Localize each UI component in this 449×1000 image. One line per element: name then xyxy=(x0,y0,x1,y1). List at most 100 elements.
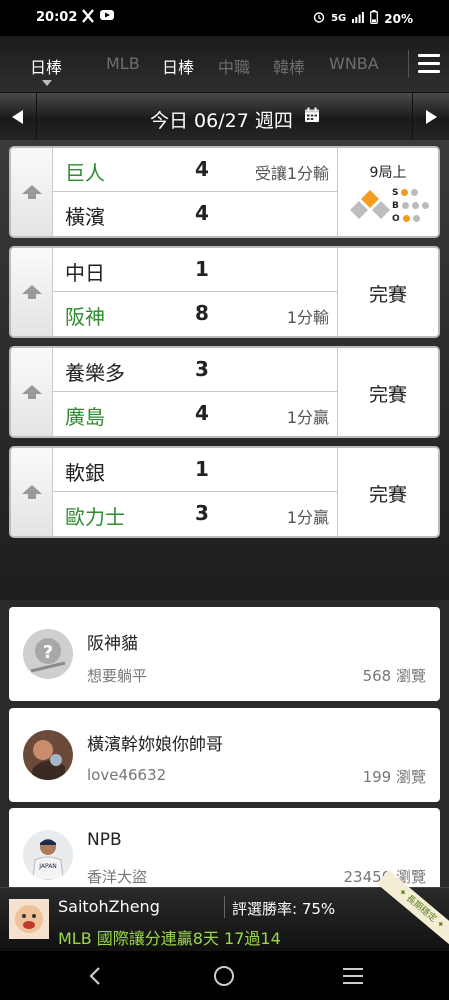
league-tabs: 日棒 MLB 日棒 中職 韓棒 WNBA xyxy=(0,36,449,92)
bet-result: 1分贏 xyxy=(286,408,329,427)
x-app-icon xyxy=(82,9,94,27)
chevron-down-icon[interactable] xyxy=(42,80,52,86)
prev-day-arrow-icon[interactable] xyxy=(12,110,23,124)
post-author: 想要躺平 xyxy=(87,667,148,685)
svg-text:?: ? xyxy=(43,642,53,663)
ball-dot xyxy=(421,202,429,209)
team-score: 3 xyxy=(195,357,209,381)
post-views: 568 瀏覽 xyxy=(362,667,426,685)
question-avatar-icon: ? xyxy=(23,629,73,679)
team-row-away: 橫濱 4 xyxy=(53,192,337,236)
team-score: 3 xyxy=(195,501,209,525)
post-author: love46632 xyxy=(87,766,167,784)
tab-mlb[interactable]: MLB xyxy=(106,54,140,73)
game-final-label: 完賽 xyxy=(368,284,407,306)
post-views: 199 瀏覽 xyxy=(362,768,426,786)
strike-label: S xyxy=(392,187,399,198)
game-final-label: 完賽 xyxy=(368,384,407,406)
game-card[interactable]: 軟銀 1 歐力士 3 1分贏 完賽 xyxy=(9,446,440,538)
tab-wnba[interactable]: WNBA xyxy=(329,54,379,73)
player-avatar: JAPAN xyxy=(23,830,73,880)
post-author: 香洋大盜 xyxy=(87,868,148,886)
next-day-arrow-icon[interactable] xyxy=(426,110,437,124)
battery-level: 20% xyxy=(384,11,413,26)
team-row-away: 廣島 4 1分贏 xyxy=(53,392,337,436)
post-card[interactable]: ? 阪神貓 想要躺平 568 瀏覽 xyxy=(9,607,440,701)
team-score: 8 xyxy=(195,301,209,325)
game-status: 9局上 S B O xyxy=(337,148,438,236)
team-score: 4 xyxy=(195,157,209,181)
thumbs-up-icon xyxy=(22,385,42,399)
game-card[interactable]: 中日 1 阪神 8 1分輸 完賽 xyxy=(9,246,440,338)
status-bar: 20:02 5G 20% xyxy=(0,0,449,36)
follow-button[interactable] xyxy=(11,448,53,536)
game-card[interactable]: 巨人 4 受讓1分輸 橫濱 4 9局上 S B O xyxy=(9,146,440,238)
follow-button[interactable] xyxy=(11,148,53,236)
team-row-home: 巨人 4 受讓1分輸 xyxy=(53,148,337,192)
out-dot xyxy=(412,215,420,222)
system-nav-bar xyxy=(0,951,449,1000)
team-row-home: 養樂多 3 xyxy=(53,348,337,392)
signal-icon xyxy=(352,11,365,26)
game-status: 完賽 xyxy=(337,448,438,536)
post-title: 橫濱幹妳娘你帥哥 xyxy=(87,735,223,755)
tab-current-league[interactable]: 日棒 xyxy=(30,54,62,78)
game-status: 完賽 xyxy=(337,248,438,336)
svg-text:JAPAN: JAPAN xyxy=(38,863,57,870)
date-label[interactable]: 今日 06/27 週四 xyxy=(150,106,293,133)
expert-name: SaitohZheng xyxy=(58,897,160,916)
thumbs-up-icon xyxy=(22,285,42,299)
youtube-icon xyxy=(100,9,114,25)
team-score: 1 xyxy=(195,457,209,481)
status-time: 20:02 xyxy=(36,10,78,25)
team-name: 廣島 xyxy=(65,405,105,429)
date-divider-left xyxy=(36,93,37,141)
team-row-home: 軟銀 1 xyxy=(53,448,337,492)
post-title: 阪神貓 xyxy=(87,634,138,654)
bet-result: 1分贏 xyxy=(286,508,329,527)
thumbs-up-icon xyxy=(22,185,42,199)
post-card[interactable]: JAPAN NPB 香洋大盜 23450 瀏覽 xyxy=(9,808,440,890)
team-name: 軟銀 xyxy=(65,461,105,485)
hamburger-menu-icon[interactable] xyxy=(418,54,440,74)
date-bar: 今日 06/27 週四 xyxy=(0,92,449,141)
tab-cpbl[interactable]: 中職 xyxy=(218,54,250,78)
back-icon[interactable] xyxy=(88,966,102,986)
team-row-home: 中日 1 xyxy=(53,248,337,292)
game-final-label: 完賽 xyxy=(368,484,407,506)
ball-label: B xyxy=(392,200,399,211)
recent-apps-icon[interactable] xyxy=(343,968,363,989)
bet-result: 受讓1分輸 xyxy=(254,164,329,183)
tab-npb[interactable]: 日棒 xyxy=(162,54,194,78)
team-row-away: 歐力士 3 1分贏 xyxy=(53,492,337,536)
ball-dot xyxy=(411,202,419,209)
expert-promo-bar[interactable]: SaitohZheng 評選勝率: 75% MLB 國際讓分連贏8天 17過14… xyxy=(0,869,449,951)
team-score: 1 xyxy=(195,257,209,281)
expert-avatar xyxy=(9,899,49,939)
status-indicators: 5G 20% xyxy=(313,10,413,27)
alarm-icon xyxy=(313,11,325,26)
follow-button[interactable] xyxy=(11,248,53,336)
team-name: 歐力士 xyxy=(65,505,125,529)
promo-divider xyxy=(224,896,225,918)
bet-result: 1分輸 xyxy=(286,308,329,327)
strike-dot xyxy=(401,189,409,196)
team-row-away: 阪神 8 1分輸 xyxy=(53,292,337,336)
calendar-icon[interactable] xyxy=(304,107,320,127)
base-diamond-icon xyxy=(350,190,390,219)
date-divider-right xyxy=(412,93,413,141)
user-avatar xyxy=(23,730,73,780)
team-name: 橫濱 xyxy=(65,205,105,229)
follow-button[interactable] xyxy=(11,348,53,436)
inning-label: 9局上 xyxy=(369,165,407,181)
team-name: 中日 xyxy=(65,261,105,285)
team-name: 巨人 xyxy=(65,161,105,185)
home-icon[interactable] xyxy=(214,966,234,986)
team-name: 養樂多 xyxy=(65,361,125,385)
post-title: NPB xyxy=(87,830,122,850)
game-card[interactable]: 養樂多 3 廣島 4 1分贏 完賽 xyxy=(9,346,440,438)
strike-dot xyxy=(411,189,419,196)
game-status: 完賽 xyxy=(337,348,438,436)
tab-kbo[interactable]: 韓棒 xyxy=(273,54,305,78)
post-card[interactable]: 橫濱幹妳娘你帥哥 love46632 199 瀏覽 xyxy=(9,708,440,802)
